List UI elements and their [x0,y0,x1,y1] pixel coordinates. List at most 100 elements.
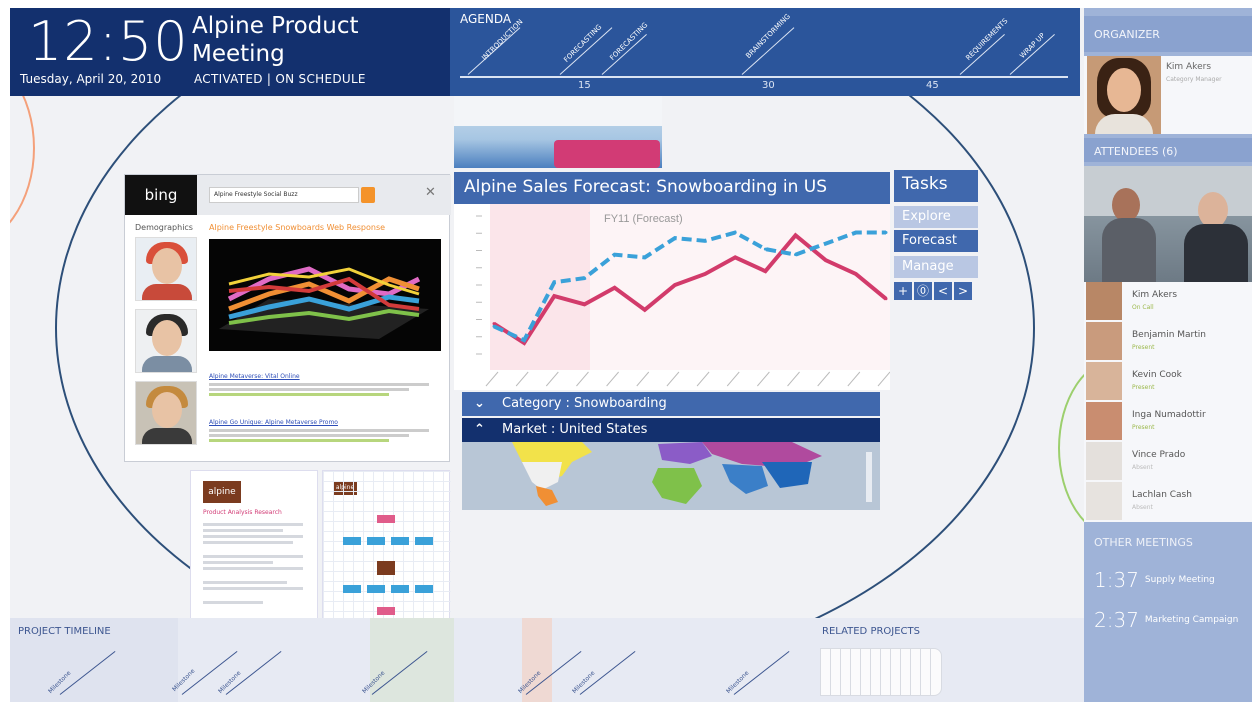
world-map[interactable] [462,442,880,510]
x-axis-tick [666,371,680,387]
attendee-row[interactable]: Kevin Cook Present [1084,362,1252,402]
related-projects-stack[interactable] [820,648,944,696]
attendee-status: Absent [1132,504,1153,511]
date: Tuesday, April 20, 2010 [20,72,162,86]
data-point-forecast [552,280,556,284]
data-point-forecast [733,231,737,235]
meeting-header: 12:50 Tuesday, April 20, 2010 Alpine Pro… [10,8,450,96]
info-icon[interactable]: ⓪ [914,282,932,300]
attendee-name: Lachlan Cash [1132,490,1192,500]
forecast-chart[interactable]: FY11 (Forecast) [454,204,891,390]
data-point-forecast [824,242,828,246]
task-manage-button[interactable]: Manage [894,256,978,278]
task-explore-button[interactable]: Explore [894,206,978,228]
attendee-status: On Call [1132,304,1154,311]
web-response-title: Alpine Freestyle Snowboards Web Response [209,223,386,232]
attendee-row[interactable]: Vince Prado Absent [1084,442,1252,482]
search-button[interactable] [361,187,375,203]
web-response-3d-chart[interactable] [209,239,441,351]
data-point-forecast [854,231,858,235]
flowchart-thumbnail[interactable]: alpine [322,470,451,623]
organizer-avatar [1087,56,1161,134]
task-icon-row: + ⓪ < > [894,282,972,300]
attendee-status: Absent [1132,464,1153,471]
demographic-photo[interactable] [135,381,197,445]
document-heading: Product Analysis Research [203,509,282,516]
avatar [1086,322,1122,360]
data-point-forecast [522,338,526,342]
agenda-item[interactable]: REQUIREMENTS [964,17,1009,62]
data-point-actual [794,233,798,237]
chevron-down-icon: ⌄ [474,396,485,411]
attendee-name: Benjamin Martin [1132,330,1206,340]
attendee-name: Kim Akers [1132,290,1178,300]
other-meeting-item[interactable]: 1:37 Supply Meeting [1094,568,1215,592]
project-timeline-heading: PROJECT TIMELINE [18,626,111,637]
attendee-row[interactable]: Lachlan Cash Absent [1084,482,1252,522]
x-axis-tick [515,371,529,387]
other-meeting-name: Marketing Campaign [1144,615,1239,625]
x-axis-tick [817,371,831,387]
close-icon[interactable]: ✕ [425,185,436,200]
demographic-photo[interactable] [135,237,197,301]
x-axis-tick [757,371,770,387]
agenda-tick: 30 [762,80,775,91]
x-axis-tick [576,371,589,387]
task-forecast-button[interactable]: Forecast [894,230,978,252]
agenda-item[interactable]: FORECASTING [608,21,649,62]
demographic-photo[interactable] [135,309,197,373]
search-panel[interactable]: bing Alpine Freestyle Social Buzz ✕ Demo… [124,174,451,462]
forecast-annotation: FY11 (Forecast) [604,213,683,225]
search-result-snippet [209,381,439,397]
agenda-bar[interactable]: AGENDA INTRODUCTION FORECASTING FORECAST… [450,8,1080,96]
x-axis-tick [485,371,499,387]
data-point-actual [643,308,647,312]
data-point-forecast [643,255,647,259]
document-thumbnail[interactable]: alpine Product Analysis Research [190,470,318,622]
other-meeting-item[interactable]: 2:37 Marketing Campaign [1094,608,1238,632]
chevron-up-icon: ⌃ [474,422,485,437]
category-filter[interactable]: ⌄ Category : Snowboarding [462,392,880,416]
x-axis-tick [726,371,740,387]
data-point-actual [854,272,858,276]
forecast-title: Alpine Sales Forecast: Snowboarding in U… [454,172,890,204]
other-meeting-name: Supply Meeting [1144,575,1215,585]
agenda-item[interactable]: FORECASTING [562,23,603,64]
avatar [1086,282,1122,320]
market-filter[interactable]: ⌃ Market : United States [462,418,880,442]
snowboard-image[interactable] [454,96,662,168]
chevron-right-icon[interactable]: > [954,282,972,300]
search-result-link[interactable]: Alpine Metaverse: Vital Online [209,373,300,380]
agenda-tick: 15 [578,80,591,91]
bing-logo: bing [125,175,197,215]
demographics-label: Demographics [135,223,193,232]
attendee-row[interactable]: Benjamin Martin Present [1084,322,1252,362]
organizer-role: Category Manager [1166,76,1222,83]
agenda-title: AGENDA [460,12,512,26]
forecast-region [590,204,890,370]
meeting-sidebar: ORGANIZER Kim Akers Category Manager ATT… [1084,8,1252,702]
attendee-row[interactable]: Kim Akers On Call [1084,282,1252,322]
search-input[interactable]: Alpine Freestyle Social Buzz [209,187,359,203]
search-result-snippet [209,427,439,443]
chevron-left-icon[interactable]: < [934,282,952,300]
avatar [1086,402,1122,440]
data-point-forecast [492,324,496,328]
data-point-actual [824,258,828,262]
search-result-link[interactable]: Alpine Go Unique: Alpine Metaverse Promo [209,419,338,426]
data-point-forecast [613,253,617,257]
attendee-name: Kevin Cook [1132,370,1182,380]
attendees-video[interactable] [1084,166,1252,282]
attendee-row[interactable]: Inga Numadottir Present [1084,402,1252,442]
add-icon[interactable]: + [894,282,912,300]
alpine-logo: alpine [203,481,241,503]
attendee-list: Kim Akers On Call Benjamin Martin Presen… [1084,282,1252,522]
agenda-timeline [460,76,1068,78]
organizer-name: Kim Akers [1166,62,1212,72]
tasks-title: Tasks [894,170,978,202]
project-timeline[interactable]: PROJECT TIMELINE Milestone Milestone Mil… [10,618,1084,702]
data-point-actual [733,255,737,259]
organizer-card[interactable]: Kim Akers Category Manager [1084,56,1252,134]
x-axis-tick [545,371,559,387]
market-filter-label: Market : United States [502,422,648,437]
